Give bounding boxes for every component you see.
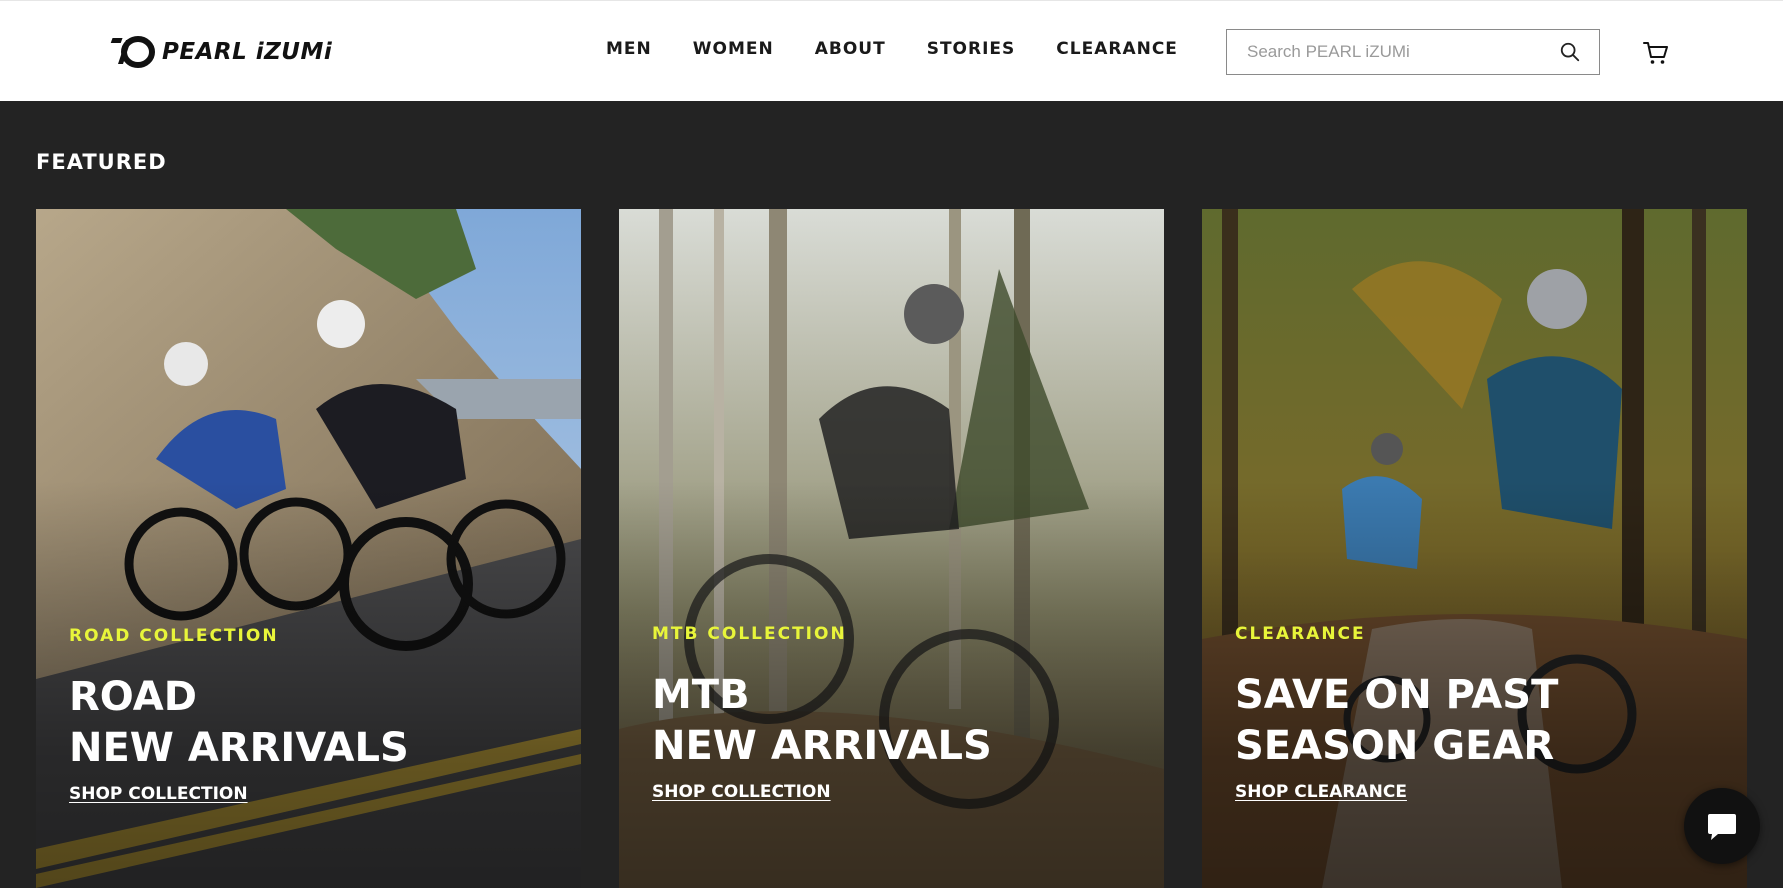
logo-wordmark: PEARL iZUMi <box>162 39 333 65</box>
card-eyebrow: ROAD COLLECTION <box>69 626 279 646</box>
shop-clearance-link[interactable]: SHOP CLEARANCE <box>1235 782 1407 802</box>
shop-collection-link[interactable]: SHOP COLLECTION <box>652 782 831 802</box>
card-content: MTB COLLECTION MTB NEW ARRIVALS SHOP COL… <box>652 624 1144 802</box>
featured-heading: FEATURED <box>36 150 167 174</box>
pearl-izumi-logo-icon <box>110 36 155 68</box>
card-title: SAVE ON PAST SEASON GEAR <box>1235 672 1559 769</box>
nav-item-men[interactable]: MEN <box>606 39 652 59</box>
featured-card-road[interactable]: ROAD COLLECTION ROAD NEW ARRIVALS SHOP C… <box>36 209 581 888</box>
cart-icon[interactable] <box>1642 39 1670 67</box>
site-header: PEARL iZUMi MEN WOMEN ABOUT STORIES CLEA… <box>0 0 1783 101</box>
card-content: ROAD COLLECTION ROAD NEW ARRIVALS SHOP C… <box>69 626 561 804</box>
brand-logo[interactable]: PEARL iZUMi <box>110 33 332 71</box>
chat-button[interactable] <box>1684 788 1760 864</box>
card-eyebrow: MTB COLLECTION <box>652 624 847 644</box>
nav-item-women[interactable]: WOMEN <box>693 39 774 59</box>
card-title: MTB NEW ARRIVALS <box>652 672 992 769</box>
chat-bubble-icon <box>1708 814 1736 840</box>
featured-card-mtb[interactable]: MTB COLLECTION MTB NEW ARRIVALS SHOP COL… <box>619 209 1164 888</box>
nav-item-clearance[interactable]: CLEARANCE <box>1056 39 1178 59</box>
main-nav: MEN WOMEN ABOUT STORIES CLEARANCE <box>606 39 1219 59</box>
nav-item-stories[interactable]: STORIES <box>927 39 1016 59</box>
card-eyebrow: CLEARANCE <box>1235 624 1366 644</box>
search-box <box>1226 29 1600 75</box>
featured-card-clearance[interactable]: CLEARANCE SAVE ON PAST SEASON GEAR SHOP … <box>1202 209 1747 888</box>
card-title: ROAD NEW ARRIVALS <box>69 674 409 771</box>
search-icon[interactable] <box>1559 41 1581 63</box>
shop-collection-link[interactable]: SHOP COLLECTION <box>69 784 248 804</box>
nav-item-about[interactable]: ABOUT <box>815 39 886 59</box>
search-input[interactable] <box>1227 30 1559 74</box>
card-content: CLEARANCE SAVE ON PAST SEASON GEAR SHOP … <box>1235 624 1727 802</box>
